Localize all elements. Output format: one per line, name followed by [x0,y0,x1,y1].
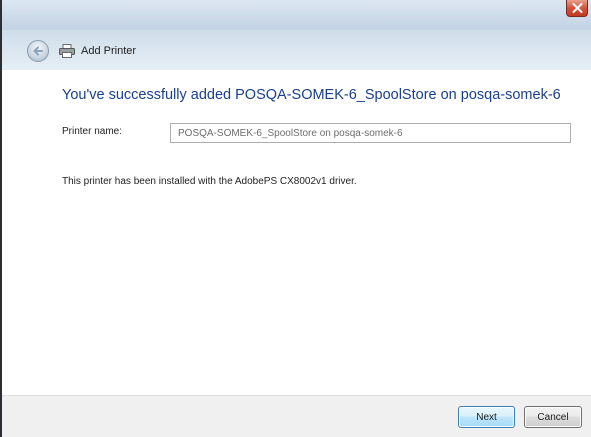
driver-info-text: This printer has been installed with the… [62,176,357,187]
add-printer-window: Add Printer You've successfully added PO… [0,0,591,437]
back-button[interactable] [27,40,49,62]
next-button[interactable]: Next [458,406,515,428]
printer-name-label: Printer name: [62,126,123,137]
close-icon [572,3,583,13]
success-heading: You've successfully added POSQA-SOMEK-6_… [62,87,561,103]
window-title: Add Printer [81,45,137,57]
wizard-header: Add Printer [2,30,591,70]
title-bar[interactable] [2,0,591,30]
cancel-button[interactable]: Cancel [524,406,582,428]
back-arrow-icon [33,46,43,56]
close-button[interactable] [566,0,588,17]
command-area: Next Cancel [2,395,591,437]
printer-name-field[interactable] [170,123,571,143]
printer-icon [59,44,75,58]
